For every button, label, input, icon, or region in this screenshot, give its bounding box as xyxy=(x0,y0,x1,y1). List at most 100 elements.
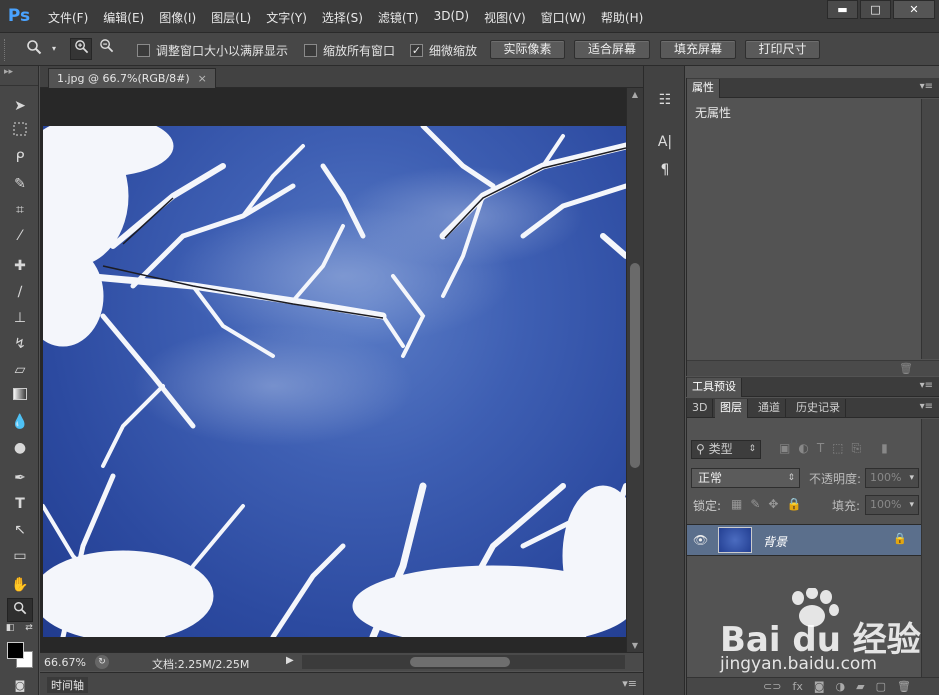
menu-view[interactable]: 视图(V) xyxy=(484,9,526,26)
menu-file[interactable]: 文件(F) xyxy=(48,9,88,26)
layers-scrollbar[interactable] xyxy=(921,419,939,677)
layer-filter-select[interactable]: ⚲ 类型 ⇕ xyxy=(691,440,761,459)
brush-tool-icon[interactable]: ∕ xyxy=(7,280,33,304)
pixel-filter-icon[interactable]: ▣ xyxy=(779,441,790,456)
healing-brush-tool-icon[interactable]: ✚ xyxy=(7,254,33,278)
document-tab[interactable]: 1.jpg @ 66.7%(RGB/8#) × xyxy=(48,68,216,88)
trash-icon[interactable]: 🗑 xyxy=(899,362,913,375)
panel-menu-icon[interactable]: ▾≡ xyxy=(920,380,933,391)
close-button[interactable]: ✕ xyxy=(893,0,935,19)
vertical-scroll-thumb[interactable] xyxy=(630,263,640,468)
timeline-tab[interactable]: 时间轴 xyxy=(47,677,88,693)
zoom-all-windows-checkbox[interactable]: 缩放所有窗口 xyxy=(304,42,395,59)
tools-panel-header[interactable]: ▸▸ xyxy=(0,66,38,86)
new-group-icon[interactable]: ▰ xyxy=(856,680,864,693)
panel-menu-icon[interactable]: ▾≡ xyxy=(622,677,637,690)
new-layer-icon[interactable]: ▢ xyxy=(876,680,886,693)
maximize-button[interactable]: □ xyxy=(860,0,891,19)
delete-layer-icon[interactable]: 🗑 xyxy=(897,680,911,693)
layer-style-icon[interactable]: fx xyxy=(792,680,802,693)
close-tab-icon[interactable]: × xyxy=(198,72,207,85)
minimize-button[interactable]: ▬ xyxy=(827,0,858,19)
menu-help[interactable]: 帮助(H) xyxy=(601,9,643,26)
properties-scrollbar[interactable] xyxy=(921,99,939,359)
rectangle-tool-icon[interactable]: ▭ xyxy=(7,544,33,568)
gradient-tool-icon[interactable] xyxy=(7,384,33,408)
horizontal-scroll-thumb[interactable] xyxy=(410,657,510,667)
scroll-up-icon[interactable]: ▲ xyxy=(627,90,643,99)
menu-layer[interactable]: 图层(L) xyxy=(211,9,251,26)
status-info-icon[interactable]: ↻ xyxy=(95,655,109,669)
adjustment-layer-icon[interactable]: ◑ xyxy=(836,680,846,693)
lock-pixels-icon[interactable]: ✎ xyxy=(750,497,760,511)
resize-windows-checkbox[interactable]: 调整窗口大小以满屏显示 xyxy=(137,42,288,59)
crop-tool-icon[interactable]: ⌗ xyxy=(7,198,33,222)
pen-tool-icon[interactable]: ✒ xyxy=(7,466,33,490)
paragraph-panel-icon[interactable]: ¶ xyxy=(655,160,675,180)
checkbox-box-checked[interactable]: ✓ xyxy=(410,44,423,57)
zoom-in-button[interactable] xyxy=(70,38,92,60)
quick-selection-tool-icon[interactable]: ✎ xyxy=(7,172,33,196)
menu-3d[interactable]: 3D(D) xyxy=(434,9,469,26)
vertical-scrollbar[interactable]: ▲ ▼ xyxy=(626,88,643,652)
checkbox-box[interactable] xyxy=(137,44,150,57)
lock-transparency-icon[interactable]: ▦ xyxy=(731,497,742,511)
horizontal-scrollbar[interactable] xyxy=(302,655,625,669)
blend-mode-select[interactable]: 正常 ⇕ xyxy=(691,468,800,488)
type-filter-icon[interactable]: T xyxy=(817,441,824,456)
checkbox-box[interactable] xyxy=(304,44,317,57)
status-menu-arrow-icon[interactable]: ▶ xyxy=(286,655,294,666)
swap-colors-icon[interactable]: ⇄ xyxy=(22,622,36,634)
chevron-down-icon[interactable]: ▾ xyxy=(909,496,914,514)
marquee-tool-icon[interactable] xyxy=(7,120,33,144)
scrubby-zoom-checkbox[interactable]: ✓ 细微缩放 xyxy=(410,42,477,59)
menu-window[interactable]: 窗口(W) xyxy=(541,9,586,26)
zoom-tool-preset-icon[interactable] xyxy=(22,39,46,59)
lock-all-icon[interactable]: 🔒 xyxy=(786,497,801,511)
tool-presets-dock-icon[interactable]: ☷ xyxy=(655,90,675,110)
menu-filter[interactable]: 滤镜(T) xyxy=(378,9,419,26)
zoom-level[interactable]: 66.67% xyxy=(44,656,86,669)
eye-icon[interactable]: 👁 xyxy=(693,533,708,547)
menu-edit[interactable]: 编辑(E) xyxy=(103,9,144,26)
character-panel-icon[interactable]: A| xyxy=(655,132,675,152)
foreground-color-swatch[interactable] xyxy=(7,642,24,659)
layer-name[interactable]: 背景 xyxy=(763,533,787,550)
fit-screen-button[interactable]: 适合屏幕 xyxy=(574,40,650,59)
opacity-field[interactable]: 100% ▾ xyxy=(865,468,919,488)
lasso-tool-icon[interactable]: ᑭ xyxy=(7,146,33,170)
menu-select[interactable]: 选择(S) xyxy=(322,9,363,26)
lock-position-icon[interactable]: ✥ xyxy=(768,497,778,511)
print-size-button[interactable]: 打印尺寸 xyxy=(745,40,820,59)
tab-layers[interactable]: 图层 xyxy=(715,399,748,418)
menu-image[interactable]: 图像(I) xyxy=(159,9,196,26)
tab-3d[interactable]: 3D xyxy=(687,399,714,418)
fill-field[interactable]: 100% ▾ xyxy=(865,495,919,515)
fill-screen-button[interactable]: 填充屏幕 xyxy=(660,40,736,59)
smart-object-filter-icon[interactable]: ⎘ xyxy=(852,441,862,456)
add-mask-icon[interactable]: ◙ xyxy=(814,680,825,693)
move-tool-icon[interactable]: ➤ xyxy=(7,94,33,118)
zoom-tool-icon[interactable] xyxy=(7,598,33,622)
eraser-tool-icon[interactable]: ▱ xyxy=(7,358,33,382)
options-bar-grip[interactable] xyxy=(4,39,7,61)
menu-type[interactable]: 文字(Y) xyxy=(266,9,307,26)
history-brush-tool-icon[interactable]: ↯ xyxy=(7,332,33,356)
quick-mask-icon[interactable]: ◙ xyxy=(7,674,33,695)
chevron-down-icon[interactable]: ▾ xyxy=(909,469,914,487)
tab-channels[interactable]: 通道 xyxy=(753,399,786,418)
shape-filter-icon[interactable]: ⬚ xyxy=(832,441,843,456)
filter-toggle-icon[interactable]: ▮ xyxy=(881,441,888,456)
clone-stamp-tool-icon[interactable]: ⊥ xyxy=(7,306,33,330)
panel-menu-icon[interactable]: ▾≡ xyxy=(920,401,933,412)
document-image[interactable] xyxy=(43,126,626,637)
tab-properties[interactable]: 属性 xyxy=(687,79,720,98)
blur-tool-icon[interactable]: 💧 xyxy=(7,410,33,434)
dodge-tool-icon[interactable]: ● xyxy=(7,436,33,460)
eyedropper-tool-icon[interactable]: ⁄ xyxy=(7,224,33,248)
panel-menu-icon[interactable]: ▾≡ xyxy=(920,81,933,92)
path-selection-tool-icon[interactable]: ↖ xyxy=(7,518,33,542)
tab-history[interactable]: 历史记录 xyxy=(791,399,846,418)
scroll-down-icon[interactable]: ▼ xyxy=(627,641,643,650)
tool-preset-dropdown-icon[interactable]: ▾ xyxy=(49,39,59,59)
